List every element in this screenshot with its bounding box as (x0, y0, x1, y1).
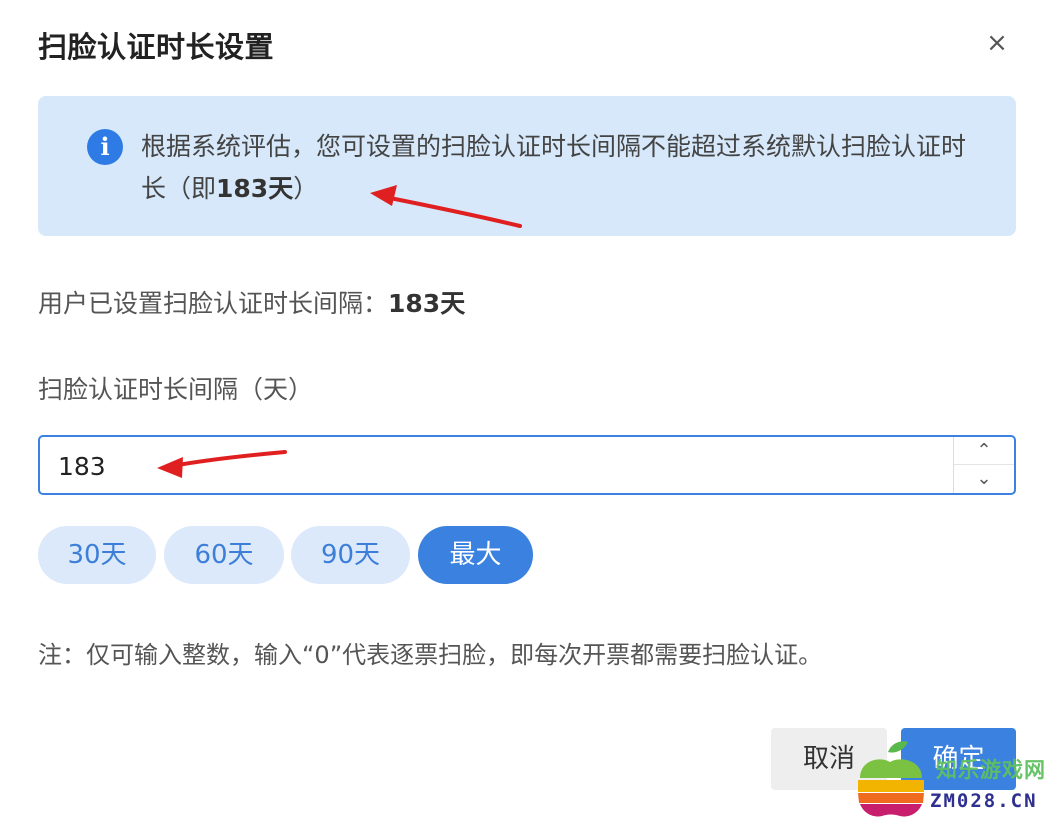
chevron-up-icon[interactable]: ⌃ (954, 437, 1014, 465)
preset-90-days-button[interactable]: 90天 (291, 526, 410, 584)
notice-default-duration: 183天 (216, 174, 294, 203)
chevron-down-icon[interactable]: ⌄ (954, 465, 1014, 493)
dialog-title: 扫脸认证时长设置 (38, 30, 275, 64)
watermark-domain: ZM028.CN (930, 790, 1038, 812)
duration-stepper: ⌃ ⌄ (953, 437, 1014, 493)
preset-max-button[interactable]: 最大 (418, 526, 533, 584)
duration-field-label: 扫脸认证时长间隔（天） (38, 375, 314, 404)
preset-30-days-button[interactable]: 30天 (38, 526, 156, 584)
duration-input[interactable] (40, 437, 960, 495)
notice-text: 根据系统评估，您可设置的扫脸认证时长间隔不能超过系统默认扫脸认证时长（即183天… (141, 126, 981, 210)
info-icon: i (87, 129, 123, 165)
watermark-apple-logo (858, 741, 924, 817)
close-icon[interactable]: × (982, 28, 1012, 58)
current-setting-value: 183天 (388, 289, 466, 318)
notice-text-suffix: ） (293, 174, 319, 203)
current-setting: 用户已设置扫脸认证时长间隔：183天 (38, 284, 465, 320)
info-notice: i 根据系统评估，您可设置的扫脸认证时长间隔不能超过系统默认扫脸认证时长（即18… (38, 96, 1016, 236)
watermark-text: 知乐游戏网 (936, 758, 1046, 782)
preset-60-days-button[interactable]: 60天 (164, 526, 284, 584)
current-setting-label: 用户已设置扫脸认证时长间隔： (38, 289, 389, 318)
input-note: 注：仅可输入整数，输入“0”代表逐票扫脸，即每次开票都需要扫脸认证。 (38, 641, 823, 669)
face-auth-duration-dialog: 扫脸认证时长设置 × i 根据系统评估，您可设置的扫脸认证时长间隔不能超过系统默… (0, 0, 1051, 825)
duration-input-box: ⌃ ⌄ (38, 435, 1016, 495)
